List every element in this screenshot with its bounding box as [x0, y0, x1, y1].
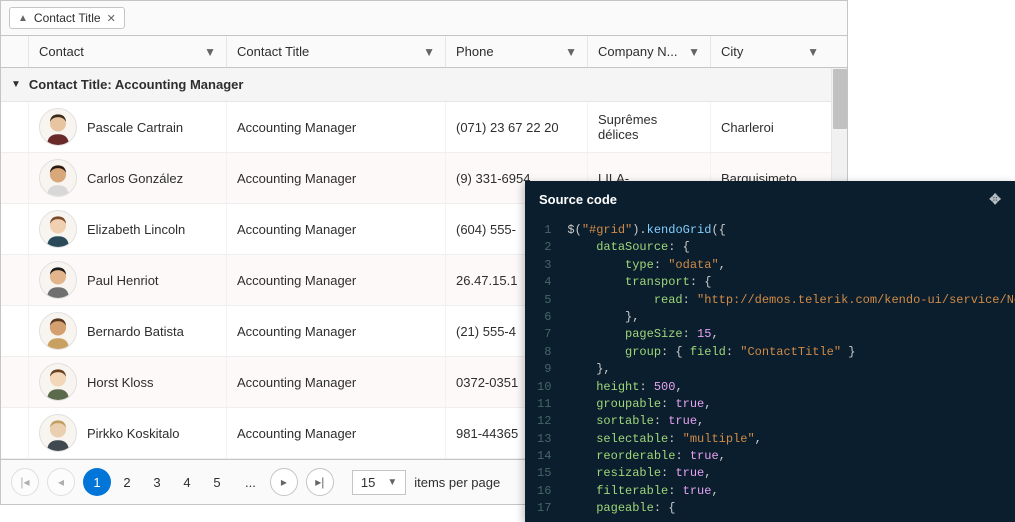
cell-title: Accounting Manager [227, 255, 446, 305]
expand-cell [1, 408, 29, 458]
avatar [39, 363, 77, 401]
column-header-contact[interactable]: Contact ▼ [29, 36, 227, 67]
cell-city: Charleroi [711, 102, 829, 152]
filter-icon[interactable]: ▼ [204, 45, 216, 59]
avatar [39, 210, 77, 248]
contact-name: Pirkko Koskitalo [87, 426, 179, 441]
cell-company: Suprêmes délices [588, 102, 711, 152]
avatar [39, 108, 77, 146]
group-chip[interactable]: ▲ Contact Title ✕ [9, 7, 125, 29]
contact-name: Bernardo Batista [87, 324, 184, 339]
filter-icon[interactable]: ▼ [423, 45, 435, 59]
column-label: Phone [456, 44, 494, 59]
pager-first-button[interactable]: |◂ [11, 468, 39, 496]
avatar [39, 261, 77, 299]
expand-cell [1, 153, 29, 203]
group-row-text: Contact Title: Accounting Manager [29, 77, 244, 92]
chevron-down-icon: ▼ [387, 477, 397, 488]
column-label: City [721, 44, 743, 59]
page-number[interactable]: 4 [173, 468, 201, 496]
cell-title: Accounting Manager [227, 204, 446, 254]
contact-name: Pascale Cartrain [87, 120, 183, 135]
contact-name: Carlos González [87, 171, 183, 186]
cell-contact: Elizabeth Lincoln [29, 204, 227, 254]
expand-cell [1, 357, 29, 407]
page-size-select[interactable]: 15 ▼ [352, 470, 406, 495]
page-size-value: 15 [361, 475, 375, 490]
group-row[interactable]: ▼ Contact Title: Accounting Manager [1, 68, 847, 102]
close-icon[interactable]: ✕ [107, 12, 116, 25]
column-header-phone[interactable]: Phone ▼ [446, 36, 588, 67]
source-code-panel: Source code ✥ 12345678910111213141516171… [525, 181, 1015, 522]
cell-contact: Paul Henriot [29, 255, 227, 305]
table-row[interactable]: Pascale Cartrain Accounting Manager(071) … [1, 102, 847, 153]
cell-contact: Pascale Cartrain [29, 102, 227, 152]
code-gutter: 12345678910111213141516171819202122 [525, 218, 559, 518]
expand-cell [1, 204, 29, 254]
cell-contact: Bernardo Batista [29, 306, 227, 356]
code-panel-title: Source code [539, 192, 617, 207]
sort-asc-icon[interactable]: ▲ [18, 13, 28, 24]
contact-name: Paul Henriot [87, 273, 159, 288]
contact-name: Elizabeth Lincoln [87, 222, 185, 237]
cell-phone: (071) 23 67 22 20 [446, 102, 588, 152]
avatar [39, 312, 77, 350]
page-number[interactable]: 2 [113, 468, 141, 496]
pager-more[interactable]: ... [239, 475, 262, 490]
cell-title: Accounting Manager [227, 306, 446, 356]
cell-contact: Horst Kloss [29, 357, 227, 407]
column-label: Company N... [598, 44, 677, 59]
pager-next-button[interactable]: ▸ [270, 468, 298, 496]
expand-cell [1, 306, 29, 356]
code-body: 12345678910111213141516171819202122 $("#… [525, 218, 1015, 518]
page-size-label: items per page [414, 475, 500, 490]
column-label: Contact [39, 44, 84, 59]
scrollbar-thumb[interactable] [833, 69, 847, 129]
pager-last-button[interactable]: ▸| [306, 468, 334, 496]
avatar [39, 414, 77, 452]
page-number[interactable]: 3 [143, 468, 171, 496]
filter-icon[interactable]: ▼ [807, 45, 819, 59]
cell-title: Accounting Manager [227, 408, 446, 458]
filter-icon[interactable]: ▼ [688, 45, 700, 59]
page-number[interactable]: 5 [203, 468, 231, 496]
cell-title: Accounting Manager [227, 357, 446, 407]
avatar [39, 159, 77, 197]
collapse-icon[interactable]: ▼ [11, 79, 21, 90]
cell-contact: Pirkko Koskitalo [29, 408, 227, 458]
cell-title: Accounting Manager [227, 102, 446, 152]
column-header-title[interactable]: Contact Title ▼ [227, 36, 446, 67]
column-header-city[interactable]: City ▼ [711, 36, 829, 67]
move-icon[interactable]: ✥ [989, 191, 1001, 208]
pager-prev-button[interactable]: ◂ [47, 468, 75, 496]
expand-cell [1, 102, 29, 152]
code-panel-header[interactable]: Source code ✥ [525, 181, 1015, 218]
column-header-row: Contact ▼ Contact Title ▼ Phone ▼ Compan… [1, 36, 847, 68]
code-lines[interactable]: $("#grid").kendoGrid({ dataSource: { typ… [559, 218, 1015, 518]
expand-column-header [1, 36, 29, 67]
contact-name: Horst Kloss [87, 375, 153, 390]
filter-icon[interactable]: ▼ [565, 45, 577, 59]
column-label: Contact Title [237, 44, 309, 59]
page-size-picker: 15 ▼ items per page [352, 470, 500, 495]
cell-title: Accounting Manager [227, 153, 446, 203]
group-chip-label: Contact Title [34, 11, 101, 25]
column-header-company[interactable]: Company N... ▼ [588, 36, 711, 67]
expand-cell [1, 255, 29, 305]
cell-contact: Carlos González [29, 153, 227, 203]
grouping-bar[interactable]: ▲ Contact Title ✕ [1, 1, 847, 36]
page-number[interactable]: 1 [83, 468, 111, 496]
